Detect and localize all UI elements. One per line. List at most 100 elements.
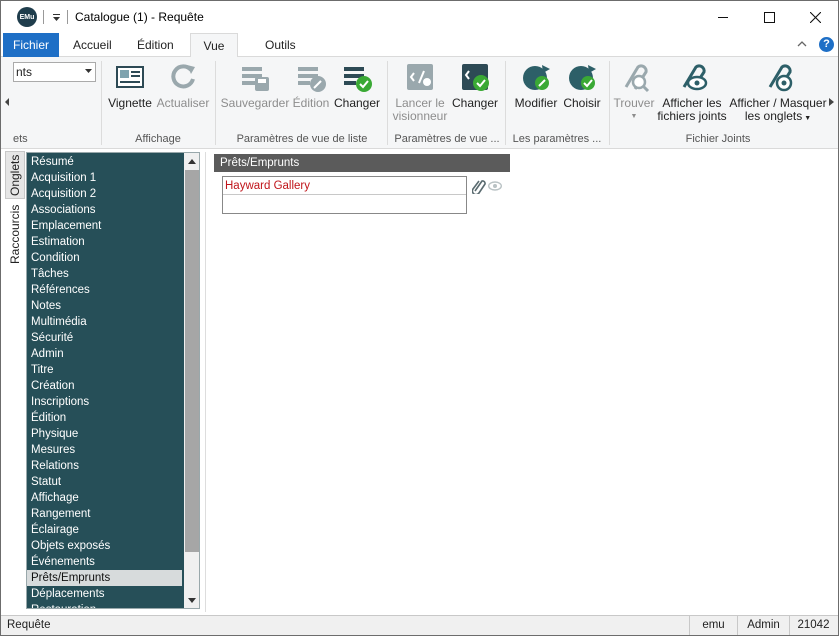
tab-list-item[interactable]: Titre: [27, 362, 182, 378]
title-bar: EMu Catalogue (1) - Requête: [1, 1, 838, 33]
group-separator: [101, 61, 102, 145]
tab-list-item[interactable]: Rangement: [27, 506, 182, 522]
group-label-fichiers: Fichier Joints: [685, 133, 751, 145]
tab-list-item[interactable]: Mesures: [27, 442, 182, 458]
tab-list-item[interactable]: Acquisition 1: [27, 170, 182, 186]
tab-list-item[interactable]: Emplacement: [27, 218, 182, 234]
ribbon-panel: nts ets Vignette Actualiser Affichage Sa…: [1, 57, 838, 149]
choose-settings-icon: [565, 60, 599, 94]
tab-list-item[interactable]: Multimédia: [27, 314, 182, 330]
ribbon-tabs: Fichier Accueil Édition Vue Outils ?: [1, 33, 838, 58]
status-bar: Requête emu Admin 21042: [1, 615, 838, 635]
loans-table: Hayward Gallery: [222, 176, 467, 214]
trouver-button[interactable]: Trouver ▼: [611, 60, 657, 130]
help-icon[interactable]: ?: [819, 37, 834, 52]
ribbon-scroll-right-icon[interactable]: [825, 57, 837, 147]
side-tab-raccourcis[interactable]: Raccourcis: [5, 203, 25, 265]
changer-list-button[interactable]: Changer: [333, 60, 381, 130]
tab-list-item[interactable]: Objets exposés: [27, 538, 182, 554]
change-view-icon: [458, 60, 492, 94]
tab-list-item[interactable]: Relations: [27, 458, 182, 474]
tab-vue[interactable]: Vue: [190, 33, 238, 58]
tab-list-item[interactable]: Acquisition 2: [27, 186, 182, 202]
save-list-icon: [238, 60, 272, 94]
tab-list-item[interactable]: Statut: [27, 474, 182, 490]
edition-view-button[interactable]: Édition: [290, 60, 332, 130]
status-user: emu: [689, 616, 737, 635]
tab-list-item[interactable]: Création: [27, 378, 182, 394]
tab-list-item[interactable]: Notes: [27, 298, 182, 314]
ribbon-scroll-left-icon[interactable]: [1, 57, 13, 147]
group-label-params: Les paramètres ...: [512, 133, 602, 145]
scrollbar-thumb[interactable]: [185, 170, 199, 552]
tab-list-item[interactable]: Restauration: [27, 602, 182, 608]
qat-separator: [67, 10, 68, 24]
app-logo-icon[interactable]: EMu: [17, 7, 37, 27]
paperclip-icon[interactable]: [471, 178, 486, 196]
tab-list-item[interactable]: Admin: [27, 346, 182, 362]
view-combo-box[interactable]: nts: [13, 62, 96, 82]
tab-list-item[interactable]: Éclairage: [27, 522, 182, 538]
loan-entry[interactable]: Hayward Gallery: [223, 177, 466, 195]
status-mode: Requête: [7, 619, 51, 631]
minimize-button[interactable]: [700, 1, 746, 33]
show-hide-tabs-icon: [761, 60, 795, 94]
side-tabs: Onglets Raccourcis: [5, 151, 25, 611]
find-attachment-icon: [617, 60, 651, 94]
tab-fichier[interactable]: Fichier: [3, 33, 59, 57]
show-attachments-icon: [675, 60, 709, 94]
tab-list-item[interactable]: Déplacements: [27, 586, 182, 602]
eye-icon[interactable]: [487, 180, 503, 192]
modifier-button[interactable]: Modifier: [510, 60, 562, 130]
tab-list-item[interactable]: Sécurité: [27, 330, 182, 346]
collapse-ribbon-icon[interactable]: [797, 39, 807, 50]
tab-list-item[interactable]: Associations: [27, 202, 182, 218]
group-label-vue: Paramètres de vue ...: [394, 133, 500, 145]
tab-list-item[interactable]: Édition: [27, 410, 182, 426]
tab-list-item[interactable]: Inscriptions: [27, 394, 182, 410]
tab-list-item[interactable]: Affichage: [27, 490, 182, 506]
group-label-affichage: Affichage: [135, 133, 181, 145]
tab-list-scrollbar[interactable]: [184, 153, 199, 608]
tab-list-item[interactable]: Prêts/Emprunts: [27, 570, 182, 586]
sauvegarder-button[interactable]: Sauvegarder: [221, 60, 289, 130]
quick-access-dropdown-icon[interactable]: [50, 10, 62, 24]
thumbnail-icon: [113, 60, 147, 94]
tab-edition[interactable]: Édition: [125, 33, 186, 57]
afficher-masquer-onglets-button[interactable]: Afficher / Masquer les onglets ▼: [729, 60, 827, 130]
changer-view-button[interactable]: Changer: [450, 60, 500, 130]
group-separator: [387, 61, 388, 145]
tab-list-item[interactable]: Condition: [27, 250, 182, 266]
side-tab-onglets[interactable]: Onglets: [5, 151, 25, 199]
choisir-button[interactable]: Choisir: [562, 60, 602, 130]
change-list-icon: [340, 60, 374, 94]
group-label-left: ets: [13, 133, 28, 145]
tab-list-item[interactable]: Estimation: [27, 234, 182, 250]
scroll-up-icon[interactable]: [184, 153, 199, 169]
group-label-liste: Paramètres de vue de liste: [236, 133, 368, 145]
close-button[interactable]: [792, 1, 838, 33]
chevron-down-icon: ▼: [630, 113, 638, 120]
actualiser-button[interactable]: Actualiser: [156, 60, 210, 130]
edit-list-icon: [294, 60, 328, 94]
scroll-down-icon[interactable]: [184, 592, 199, 608]
tab-list-item[interactable]: Références: [27, 282, 182, 298]
application-window: EMu Catalogue (1) - Requête Fichier Accu…: [0, 0, 839, 636]
tab-list-item[interactable]: Tâches: [27, 266, 182, 282]
status-group: Admin: [737, 616, 789, 635]
close-icon: [809, 11, 821, 23]
lancer-visionneur-button[interactable]: Lancer le visionneur: [391, 60, 449, 130]
tab-list-item[interactable]: Physique: [27, 426, 182, 442]
tab-list-item[interactable]: Événements: [27, 554, 182, 570]
tab-accueil[interactable]: Accueil: [61, 33, 124, 57]
qat-separator: [43, 10, 44, 24]
vignette-button[interactable]: Vignette: [105, 60, 155, 130]
maximize-button[interactable]: [746, 1, 792, 33]
group-separator: [505, 61, 506, 145]
afficher-fichiers-joints-button[interactable]: Afficher les fichiers joints: [655, 60, 729, 130]
chevron-down-icon: [85, 63, 92, 81]
group-separator: [215, 61, 216, 145]
main-content: Prêts/Emprunts Hayward Gallery: [205, 152, 836, 612]
tab-outils[interactable]: Outils: [253, 33, 308, 57]
tab-list-item[interactable]: Résumé: [27, 154, 182, 170]
